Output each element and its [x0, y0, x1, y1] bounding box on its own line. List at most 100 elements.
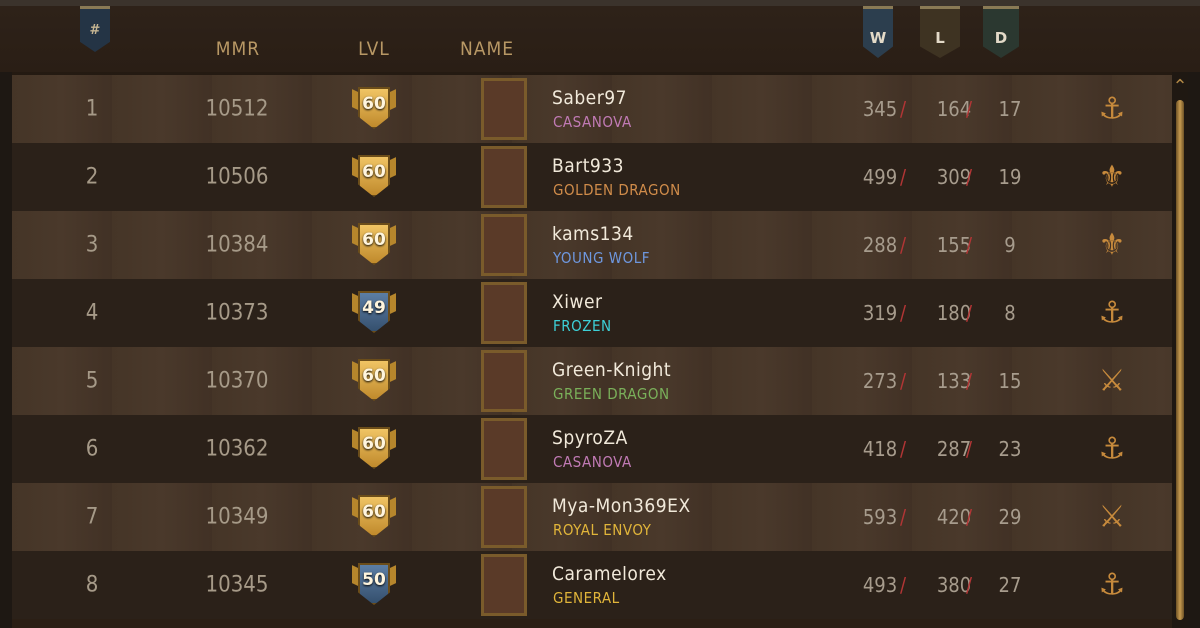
avatar-frame	[481, 486, 527, 548]
separator: /	[900, 573, 907, 597]
draws-value: 27	[998, 573, 1022, 597]
avatar-frame	[481, 554, 527, 616]
mmr-column-header[interactable]: MMR	[216, 38, 260, 60]
avatar-frame	[481, 214, 527, 276]
rank-value: 6	[85, 436, 99, 462]
wins-value: 288	[862, 233, 898, 257]
avatar-frame	[481, 350, 527, 412]
level-value: 60	[362, 162, 386, 182]
level-badge: 60	[352, 425, 396, 473]
separator: /	[966, 573, 973, 597]
name-column-header[interactable]: NAME	[460, 38, 514, 60]
player-name[interactable]: Bart933	[552, 155, 624, 177]
rank-value: 8	[85, 572, 99, 598]
player-avatar[interactable]	[467, 548, 541, 622]
draws-value: 17	[998, 97, 1022, 121]
wins-value: 499	[862, 165, 898, 189]
level-value: 60	[362, 434, 386, 454]
table-row[interactable]: 6 10362 60 SpyroZA CASANOVA 418 / 287 / …	[12, 415, 1172, 483]
table-row[interactable]: 3 10384 60 kams134 YOUNG WOLF 288 / 155 …	[12, 211, 1172, 279]
leaderboard-header: # MMR LVL NAME W L D	[0, 0, 1200, 72]
draws-value: 23	[998, 437, 1022, 461]
rank-value: 4	[85, 300, 99, 326]
mmr-value: 10512	[205, 96, 269, 122]
rank-value: 2	[85, 164, 99, 190]
draws-value: 19	[998, 165, 1022, 189]
level-badge: 60	[352, 153, 396, 201]
separator: /	[966, 369, 973, 393]
mmr-value: 10345	[205, 572, 269, 598]
scoiatael-icon: ⚔	[1098, 499, 1126, 535]
level-badge: 60	[352, 85, 396, 133]
losses-banner[interactable]: L	[920, 6, 960, 58]
player-name[interactable]: kams134	[552, 223, 634, 245]
level-badge: 60	[352, 357, 396, 405]
draws-column-label: D	[994, 29, 1008, 47]
mmr-value: 10506	[205, 164, 269, 190]
player-name[interactable]: Xiwer	[552, 291, 602, 313]
player-avatar[interactable]	[467, 72, 541, 146]
wins-column-label: W	[869, 29, 887, 47]
player-title: GENERAL	[553, 589, 620, 607]
mmr-value: 10349	[205, 504, 269, 530]
level-value: 60	[362, 94, 386, 114]
separator: /	[966, 505, 973, 529]
rank-value: 5	[85, 368, 99, 394]
avatar-frame	[481, 146, 527, 208]
player-title: GREEN DRAGON	[553, 385, 670, 403]
player-name[interactable]: Green-Knight	[552, 359, 671, 381]
separator: /	[900, 505, 907, 529]
mmr-value: 10370	[205, 368, 269, 394]
separator: /	[966, 97, 973, 121]
player-avatar[interactable]	[467, 276, 541, 350]
player-avatar[interactable]	[467, 140, 541, 214]
mmr-value: 10384	[205, 232, 269, 258]
player-name[interactable]: SpyroZA	[552, 427, 628, 449]
draws-value: 29	[998, 505, 1022, 529]
avatar-frame	[481, 418, 527, 480]
player-avatar[interactable]	[467, 412, 541, 486]
draws-value: 15	[998, 369, 1022, 393]
nilfgaard-icon: ⚜	[1098, 159, 1126, 195]
level-badge: 49	[352, 289, 396, 337]
player-avatar[interactable]	[467, 208, 541, 282]
rank-banner[interactable]: #	[80, 6, 110, 52]
player-name[interactable]: Mya-Mon369EX	[552, 495, 691, 517]
table-row[interactable]: 1 10512 60 Saber97 CASANOVA 345 / 164 / …	[12, 75, 1172, 143]
table-row[interactable]: 8 10345 50 Caramelorex GENERAL 493 / 380…	[12, 551, 1172, 619]
rank-value: 1	[85, 96, 99, 122]
syndicate-icon: ⚓	[1098, 431, 1126, 467]
player-avatar[interactable]	[467, 344, 541, 418]
separator: /	[900, 165, 907, 189]
wins-value: 418	[862, 437, 898, 461]
table-row[interactable]: 7 10349 60 Mya-Mon369EX ROYAL ENVOY 593 …	[12, 483, 1172, 551]
draws-value: 8	[1004, 301, 1016, 325]
avatar-frame	[481, 282, 527, 344]
player-name[interactable]: Saber97	[552, 87, 627, 109]
scroll-up-icon[interactable]: ⌃	[1166, 76, 1194, 98]
table-row[interactable]: 4 10373 49 Xiwer FROZEN 319 / 180 / 8 ⚓	[12, 279, 1172, 347]
player-avatar[interactable]	[467, 480, 541, 554]
player-name[interactable]: Caramelorex	[552, 563, 667, 585]
player-title: YOUNG WOLF	[553, 249, 650, 267]
separator: /	[900, 233, 907, 257]
nilfgaard-icon: ⚜	[1098, 227, 1126, 263]
level-badge: 60	[352, 493, 396, 541]
wins-value: 493	[862, 573, 898, 597]
level-value: 60	[362, 366, 386, 386]
separator: /	[966, 301, 973, 325]
draws-banner[interactable]: D	[983, 6, 1019, 58]
player-title: ROYAL ENVOY	[553, 521, 652, 539]
level-value: 60	[362, 502, 386, 522]
scrollbar-thumb[interactable]	[1176, 100, 1184, 620]
wins-value: 593	[862, 505, 898, 529]
separator: /	[966, 437, 973, 461]
table-row[interactable]: 5 10370 60 Green-Knight GREEN DRAGON 273…	[12, 347, 1172, 415]
separator: /	[900, 97, 907, 121]
lvl-column-header[interactable]: LVL	[358, 38, 390, 60]
table-row[interactable]: 2 10506 60 Bart933 GOLDEN DRAGON 499 / 3…	[12, 143, 1172, 211]
wins-banner[interactable]: W	[863, 6, 893, 58]
level-value: 60	[362, 230, 386, 250]
mmr-value: 10373	[205, 300, 269, 326]
scoiatael-icon: ⚔	[1098, 363, 1126, 399]
